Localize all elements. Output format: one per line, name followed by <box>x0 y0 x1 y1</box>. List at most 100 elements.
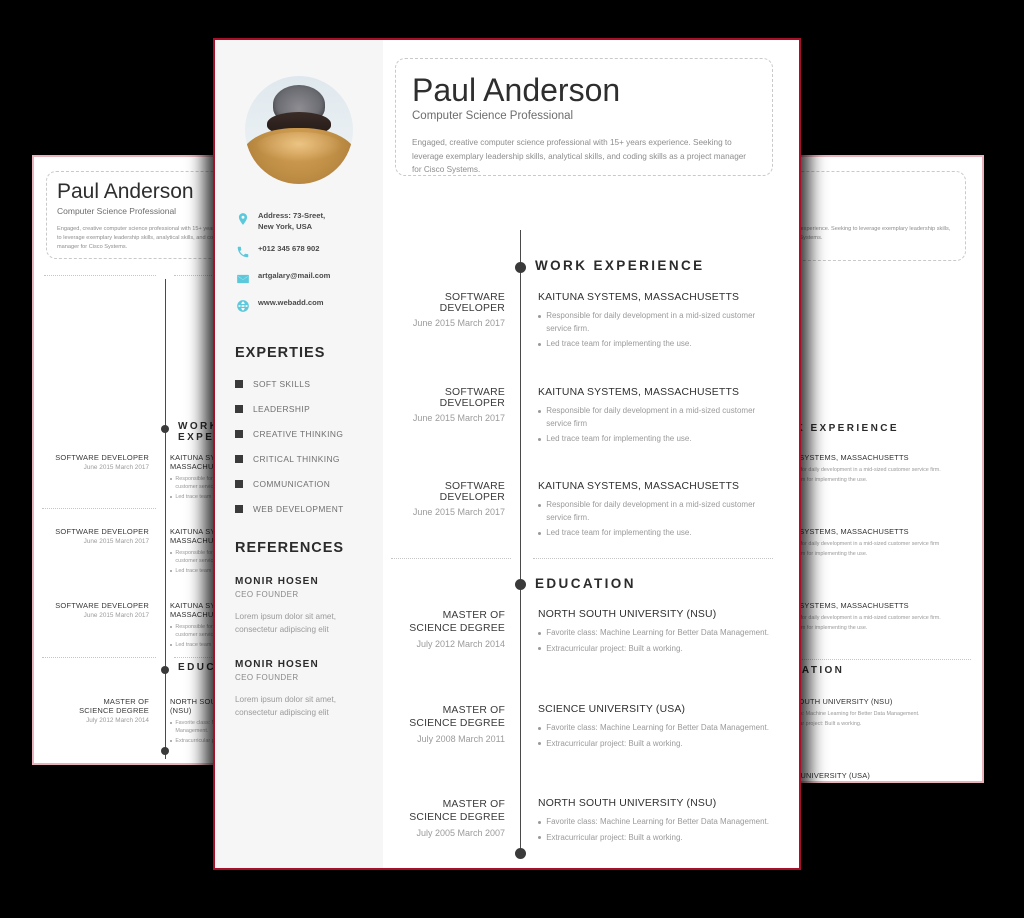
bullet-dot-icon <box>538 836 542 840</box>
entry-bullet: Led trace team for implementing the use. <box>538 527 770 540</box>
entry-bullet-text: Extracurricular project: Built a working… <box>546 738 683 748</box>
square-bullet-icon <box>235 480 243 488</box>
header-role: Computer Science Professional <box>412 110 574 122</box>
reference-name: MONIR HOSEN <box>235 576 319 587</box>
header-role: Computer Science Professional <box>57 206 177 216</box>
globe-icon <box>235 298 250 313</box>
entry-date: July 2012 March 2014 <box>86 717 149 724</box>
section-divider-left <box>391 558 511 559</box>
references-heading: REFERENCES <box>235 540 345 556</box>
square-bullet-icon <box>235 430 243 438</box>
avatar <box>245 76 353 184</box>
bullet-dot-icon <box>170 643 173 647</box>
resume-card-right[interactable]: Paul Anderson Computer Science Professio… <box>794 155 984 783</box>
entry-bullet: Responsible for daily development in a m… <box>796 540 969 548</box>
timeline-end-dot <box>515 848 526 859</box>
right-card-work-entry: KAITUNA SYSTEMS, MASSACHUSETTS Responsib… <box>796 527 969 558</box>
resume-card-main[interactable]: Address: 73-Sreet, New York, USA +012 34… <box>213 38 801 870</box>
education-entry: MASTER OF SCIENCE DEGREE July 2008 March… <box>383 704 783 750</box>
contact-row-website[interactable]: www.webadd.com <box>235 297 363 313</box>
phone-icon <box>235 244 250 259</box>
entry-title: MASTER OF SCIENCE DEGREE <box>409 799 505 823</box>
right-card-work-heading: WORK EXPERIENCE <box>796 423 899 434</box>
bullet-dot-icon <box>538 820 542 824</box>
entry-bullet-text: Led trace team for implementing the use. <box>546 434 692 444</box>
reference-text: Lorem ipsum dolor sit amet, consectetur … <box>235 612 337 634</box>
reference-role: CEO FOUNDER <box>235 590 299 599</box>
bullet-dot-icon <box>538 531 542 535</box>
entry-bullet: Extracurricular project: Built a working… <box>538 832 770 845</box>
skill-item[interactable]: SOFT SKILLS <box>235 379 363 389</box>
left-card-timeline-end-dot <box>161 747 169 755</box>
entry-org: KAITUNA SYSTEMS, MASSACHUSETTS <box>796 453 909 462</box>
entry-bullet: Favorite class: Machine Learning for Bet… <box>538 722 770 735</box>
entry-bullet-text: Favorite class: Machine Learning for Bet… <box>546 817 769 826</box>
entry-bullet-text: Favorite class: Machine Learning for Bet… <box>546 723 769 732</box>
entry-bullet: Responsible for daily development in a m… <box>538 310 770 335</box>
entry-org: KAITUNA SYSTEMS, MASSACHUSETTS <box>538 292 740 303</box>
entry-title: SOFTWARE DEVELOPER <box>439 481 505 503</box>
skill-item[interactable]: WEB DEVELOPMENT <box>235 504 363 514</box>
bullet-dot-icon <box>170 569 173 573</box>
entry-org: KAITUNA SYSTEMS, MASSACHUSETTS <box>796 527 909 536</box>
skill-label: CRITICAL THINKING <box>253 454 340 464</box>
entry-date: July 2008 March 2011 <box>417 734 505 744</box>
skill-item[interactable]: COMMUNICATION <box>235 479 363 489</box>
work-entry: SOFTWARE DEVELOPER June 2015 March 2017 … <box>383 481 783 540</box>
left-card-education-entry: MASTER OF SCIENCE DEGREE July 2012 March… <box>38 697 226 745</box>
contact-text: Address: 73-Sreet, New York, USA <box>258 211 326 231</box>
contact-text: www.webadd.com <box>258 298 324 307</box>
experties-list: SOFT SKILLS LEADERSHIP CREATIVE THINKING… <box>235 379 363 514</box>
entry-bullet: Responsible for daily development in a m… <box>538 405 770 430</box>
bullet-dot-icon <box>538 503 542 507</box>
bullet-dot-icon <box>538 742 542 746</box>
left-card-work-entry: SOFTWARE DEVELOPER June 2015 March 2017 … <box>38 601 226 649</box>
entry-bullet-text: Favorite class: Machine Learning for Bet… <box>796 711 920 717</box>
entry-date: June 2015 March 2017 <box>412 413 505 423</box>
entry-date: July 2005 March 2007 <box>416 828 505 838</box>
left-card-divider-top-a <box>44 275 156 276</box>
entry-org: KAITUNA SYSTEMS, MASSACHUSETTS <box>796 601 909 610</box>
entry-org: SCIENCE UNIVERSITY (USA) <box>796 771 871 780</box>
entry-bullet: Extracurricular project: Built a working… <box>796 720 969 728</box>
contact-row-phone[interactable]: +012 345 678 902 <box>235 243 363 259</box>
skill-label: WEB DEVELOPMENT <box>253 504 344 514</box>
entry-bullet: Led trace team for implementing the use. <box>538 433 770 446</box>
bullet-dot-icon <box>170 739 173 743</box>
entry-bullet: Responsible for daily development in a m… <box>796 614 969 622</box>
work-entry: SOFTWARE DEVELOPER June 2015 March 2017 … <box>383 292 783 351</box>
bullet-dot-icon <box>538 437 542 441</box>
entry-bullet: Responsible for daily development in a m… <box>538 499 770 524</box>
contact-row-address[interactable]: Address: 73-Sreet, New York, USA <box>235 210 363 232</box>
screenshot-stage: Paul Anderson Computer Science Professio… <box>0 0 1024 918</box>
bullet-dot-icon <box>538 314 542 318</box>
bullet-dot-icon <box>170 551 173 555</box>
skill-item[interactable]: LEADERSHIP <box>235 404 363 414</box>
page-title: Paul Anderson <box>796 180 953 204</box>
contact-row-email[interactable]: artgalary@mail.com <box>235 270 363 286</box>
bullet-dot-icon <box>170 495 173 499</box>
entry-bullet-text: Responsible for daily development in a m… <box>546 406 756 428</box>
entry-org: NORTH SOUTH UNIVERSITY (NSU) <box>796 697 893 706</box>
entry-title: SOFTWARE DEVELOPER <box>439 387 505 409</box>
skill-item[interactable]: CREATIVE THINKING <box>235 429 363 439</box>
entry-bullet-text: Responsible for daily development in a m… <box>796 541 940 547</box>
resume-card-left[interactable]: Paul Anderson Computer Science Professio… <box>32 155 228 765</box>
right-card-main-pane: Paul Anderson Computer Science Professio… <box>796 157 982 781</box>
entry-bullet: Led trace team for implementing the use. <box>796 476 969 484</box>
bullet-dot-icon <box>538 726 542 730</box>
entry-bullet: Responsible for daily development in a m… <box>796 466 969 474</box>
reference-text: Lorem ipsum dolor sit amet, consectetur … <box>235 695 337 717</box>
skill-item[interactable]: CRITICAL THINKING <box>235 454 363 464</box>
reference-role: CEO FOUNDER <box>235 673 299 682</box>
contact-list: Address: 73-Sreet, New York, USA +012 34… <box>235 210 363 313</box>
entry-org: NORTH SOUTH UNIVERSITY (NSU) <box>538 798 717 809</box>
reference-item: MONIR HOSEN CEO FOUNDER Lorem ipsum dolo… <box>235 576 363 636</box>
work-experience-dot <box>515 262 526 273</box>
square-bullet-icon <box>235 380 243 388</box>
bullet-dot-icon <box>170 625 173 629</box>
education-entry: MASTER OF SCIENCE DEGREE July 2012 March… <box>383 609 783 655</box>
envelope-icon <box>235 271 250 286</box>
entry-bullet: Led trace team for implementing the use. <box>538 338 770 351</box>
entry-date: June 2015 March 2017 <box>83 612 149 619</box>
